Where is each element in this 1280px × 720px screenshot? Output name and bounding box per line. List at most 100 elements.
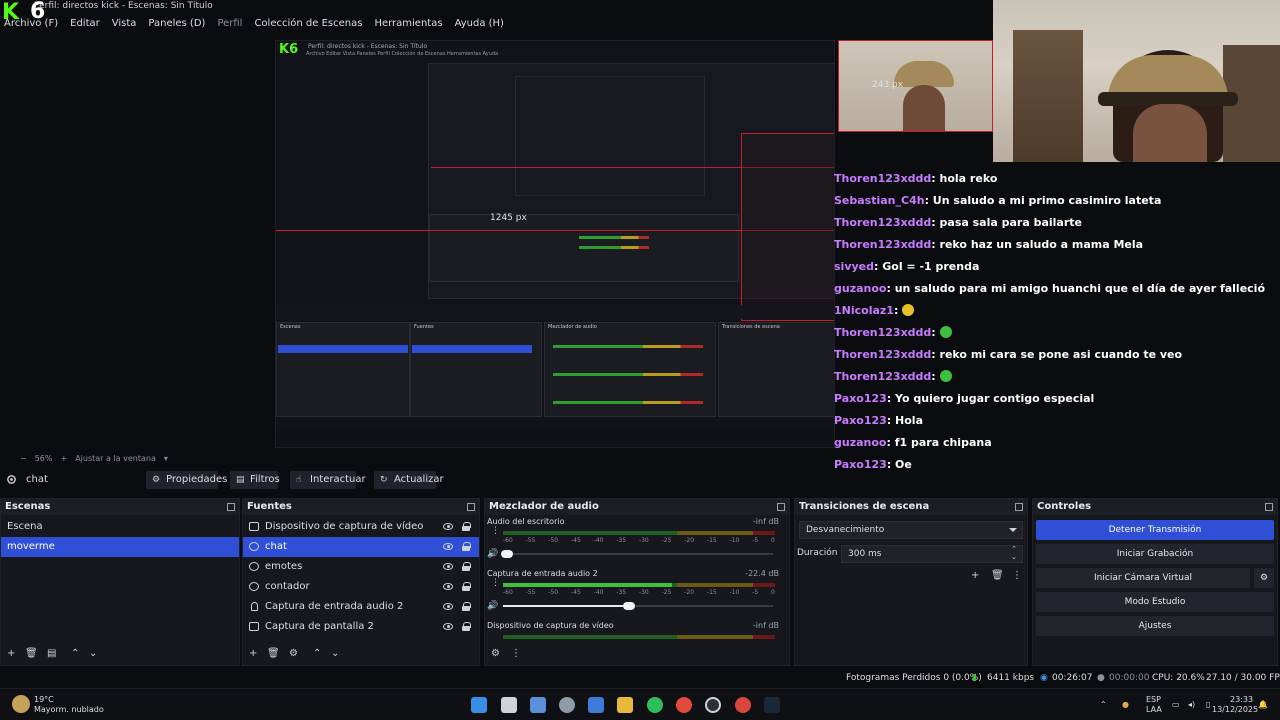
lock-icon[interactable] [462, 562, 471, 571]
zoom-level: 56% [34, 453, 53, 463]
start-recording-button[interactable]: Iniciar Grabación [1036, 544, 1274, 564]
kebab-icon[interactable]: ⋮ [511, 649, 521, 659]
menu-perfil[interactable]: Perfil [213, 16, 250, 32]
kebab-icon[interactable]: ⋮ [491, 579, 500, 588]
speaker-icon[interactable]: 🔊 [487, 549, 498, 559]
source-item[interactable]: Dispositivo de captura de vídeo [243, 517, 479, 537]
undock-icon[interactable] [777, 503, 785, 511]
nested-meter-2 [579, 246, 649, 249]
virtual-camera-settings-button[interactable]: ⚙ [1254, 568, 1274, 588]
eye-icon[interactable] [443, 583, 453, 590]
move-up-icon[interactable]: ⌃ [313, 649, 321, 659]
fit-dropdown-icon[interactable]: ▾ [164, 454, 168, 463]
gear-icon[interactable]: ⚙ [491, 649, 500, 659]
speaker-icon[interactable]: 🔊 [487, 601, 498, 611]
add-icon[interactable]: + [249, 649, 257, 659]
menu-editar[interactable]: Editar [66, 16, 108, 32]
zoom-out-icon[interactable]: − [20, 454, 27, 463]
trash-icon[interactable]: 🗑 [991, 571, 1004, 581]
store-icon[interactable] [588, 697, 604, 713]
duration-spinbox[interactable]: 300 ms ⌃ ⌄ [841, 545, 1023, 563]
undock-icon[interactable] [467, 503, 475, 511]
add-icon[interactable]: + [971, 571, 979, 581]
move-up-icon[interactable]: ⌃ [71, 649, 79, 659]
undock-icon[interactable] [1265, 503, 1273, 511]
eye-icon[interactable] [443, 623, 453, 630]
source-item[interactable]: emotes [243, 557, 479, 577]
emote-icon [939, 370, 952, 382]
undock-icon[interactable] [227, 503, 235, 511]
studio-mode-button[interactable]: Modo Estudio [1036, 592, 1274, 612]
volume-slider[interactable] [503, 602, 773, 610]
obs-icon[interactable] [705, 697, 721, 713]
menu-archivo[interactable]: Archivo (F) [0, 16, 66, 32]
nested-webcam [838, 40, 993, 132]
source-item[interactable]: Captura de pantalla 2 [243, 617, 479, 637]
steam-icon[interactable] [764, 697, 780, 713]
source-item[interactable]: contador [243, 577, 479, 597]
windows-start-icon[interactable] [471, 697, 487, 713]
lock-icon[interactable] [462, 522, 471, 531]
eye-icon[interactable] [443, 523, 453, 530]
stop-stream-button[interactable]: Detener Transmisión [1036, 520, 1274, 540]
volume-slider-handle[interactable] [501, 550, 513, 558]
scene-item-selected[interactable]: moverme [1, 537, 239, 557]
transition-select[interactable]: Desvanecimiento [799, 521, 1023, 539]
preview-canvas[interactable]: Perfil: directos kick - Escenas: Sin Tít… [275, 40, 835, 448]
task-view-icon[interactable] [501, 697, 517, 713]
network-icon[interactable]: ▭ [1172, 699, 1180, 710]
language-2[interactable]: LAA [1146, 704, 1162, 715]
menu-herramientas[interactable]: Herramientas [370, 16, 450, 32]
filters-button[interactable]: ▤ Filtros [230, 471, 280, 489]
trash-icon[interactable]: 🗑 [25, 649, 38, 659]
file-explorer-icon[interactable] [617, 697, 633, 713]
volume-slider-handle[interactable] [622, 602, 635, 610]
interact-button[interactable]: ☝ Interactuar [290, 471, 366, 489]
trash-icon[interactable]: 🗑 [267, 649, 280, 659]
lock-icon[interactable] [462, 602, 471, 611]
lock-icon[interactable] [462, 542, 471, 551]
chrome-profile-icon[interactable] [735, 697, 751, 713]
microphone-tray-icon[interactable]: ● [1122, 699, 1129, 710]
meter-tick: -50 [548, 537, 559, 544]
undock-icon[interactable] [1015, 503, 1023, 511]
source-item[interactable]: Captura de entrada audio 2 [243, 597, 479, 617]
tray-chevron-icon[interactable]: ⌃ [1100, 699, 1107, 710]
volume-icon[interactable]: ◂) [1188, 699, 1195, 710]
refresh-button[interactable]: ↻ Actualizar [374, 471, 444, 489]
menu-ayuda[interactable]: Ayuda (H) [451, 16, 512, 32]
battery-icon[interactable]: ▯ [1206, 699, 1210, 710]
zoom-in-icon[interactable]: + [60, 454, 67, 463]
kebab-icon[interactable]: ⋮ [491, 527, 500, 536]
chrome-icon[interactable] [676, 697, 692, 713]
move-down-icon[interactable]: ⌄ [331, 649, 339, 659]
clock-date[interactable]: 13/12/2025 [1212, 704, 1258, 715]
volume-slider[interactable] [501, 550, 773, 558]
fit-to-window[interactable]: Ajustar a la ventana [75, 454, 156, 463]
lock-icon[interactable] [462, 622, 471, 631]
filter-icon[interactable]: ▤ [47, 649, 56, 659]
eye-icon[interactable] [443, 563, 453, 570]
source-item-selected[interactable]: chat [243, 537, 479, 557]
eye-icon[interactable] [443, 543, 453, 550]
eye-icon[interactable] [443, 603, 453, 610]
start-virtual-camera-button[interactable]: Iniciar Cámara Virtual [1036, 568, 1250, 588]
kebab-icon[interactable]: ⋮ [1012, 571, 1022, 581]
weather-icon[interactable] [12, 695, 30, 713]
settings-app-icon[interactable] [559, 697, 575, 713]
whatsapp-icon[interactable] [647, 697, 663, 713]
gear-icon[interactable]: ⚙ [289, 649, 298, 659]
lock-icon[interactable] [462, 582, 471, 591]
settings-button[interactable]: Ajustes [1036, 616, 1274, 636]
spin-arrows-icon[interactable]: ⌃ ⌄ [1011, 545, 1017, 561]
menu-coleccion-escenas[interactable]: Colección de Escenas [250, 16, 370, 32]
scene-item[interactable]: Escena [1, 517, 239, 537]
nested-preview-2 [515, 76, 705, 196]
move-down-icon[interactable]: ⌄ [89, 649, 97, 659]
add-icon[interactable]: + [7, 649, 15, 659]
menu-paneles[interactable]: Paneles (D) [144, 16, 213, 32]
photos-icon[interactable] [530, 697, 546, 713]
menu-vista[interactable]: Vista [108, 16, 145, 32]
properties-button[interactable]: ⚙ Propiedades [146, 471, 227, 489]
notification-bell-icon[interactable]: 🔔 [1258, 699, 1268, 710]
